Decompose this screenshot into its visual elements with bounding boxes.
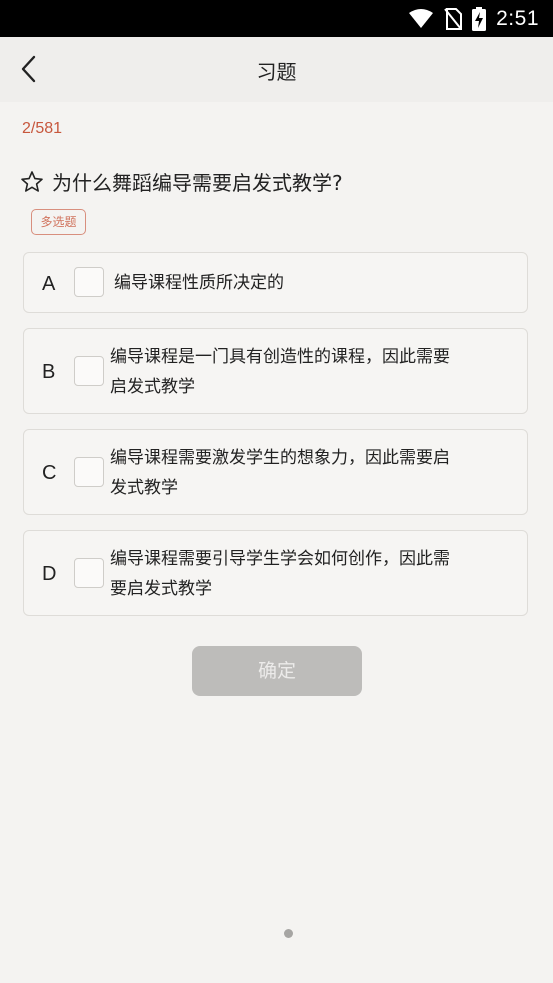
status-icons: 2:51: [408, 6, 539, 31]
option-letter: A: [42, 273, 56, 295]
question-text: 为什么舞蹈编导需要启发式教学?: [52, 171, 343, 195]
option-text-line: 编导课程是一门具有创造性的课程，因此需要: [110, 347, 450, 367]
nav-bar: 习题: [0, 37, 553, 102]
option-letter: D: [42, 563, 57, 585]
option-c[interactable]: C 编导课程需要激发学生的想象力，因此需要启 发式教学: [23, 429, 528, 515]
option-text: 编导课程需要激发学生的想象力，因此需要启 发式教学: [110, 443, 450, 503]
option-text-line: 发式教学: [110, 478, 178, 498]
status-bar: 2:51: [0, 0, 553, 37]
question-row: 为什么舞蹈编导需要启发式教学?: [20, 167, 343, 196]
option-text: 编导课程需要引导学生学会如何创作，因此需 要启发式教学: [110, 544, 450, 604]
option-text: 编导课程是一门具有创造性的课程，因此需要 启发式教学: [110, 342, 450, 402]
option-checkbox[interactable]: [74, 267, 104, 297]
confirm-button[interactable]: 确定: [192, 646, 362, 696]
option-text-line: 编导课程需要激发学生的想象力，因此需要启: [110, 448, 450, 468]
option-letter: C: [42, 462, 57, 484]
option-d[interactable]: D 编导课程需要引导学生学会如何创作，因此需 要启发式教学: [23, 530, 528, 616]
no-sim-icon: [444, 7, 463, 30]
option-text-line: 编导课程性质所决定的: [114, 273, 284, 293]
star-outline-icon[interactable]: [20, 170, 44, 194]
option-checkbox[interactable]: [74, 457, 104, 487]
option-text-line: 启发式教学: [110, 377, 195, 397]
question-type-badge: 多选题: [31, 209, 86, 235]
page-title: 习题: [256, 60, 297, 84]
option-text: 编导课程性质所决定的: [114, 268, 284, 298]
option-a[interactable]: A 编导课程性质所决定的: [23, 252, 528, 313]
page-indicator-dot: [284, 929, 293, 938]
status-time: 2:51: [496, 6, 539, 30]
option-b[interactable]: B 编导课程是一门具有创造性的课程，因此需要 启发式教学: [23, 328, 528, 414]
option-checkbox[interactable]: [74, 558, 104, 588]
option-text-line: 要启发式教学: [110, 579, 212, 599]
question-progress: 2/581: [22, 120, 63, 137]
option-letter: B: [42, 361, 56, 383]
wifi-icon: [409, 8, 434, 28]
option-text-line: 编导课程需要引导学生学会如何创作，因此需: [110, 549, 450, 569]
battery-charging-icon: [472, 6, 487, 31]
option-checkbox[interactable]: [74, 356, 104, 386]
